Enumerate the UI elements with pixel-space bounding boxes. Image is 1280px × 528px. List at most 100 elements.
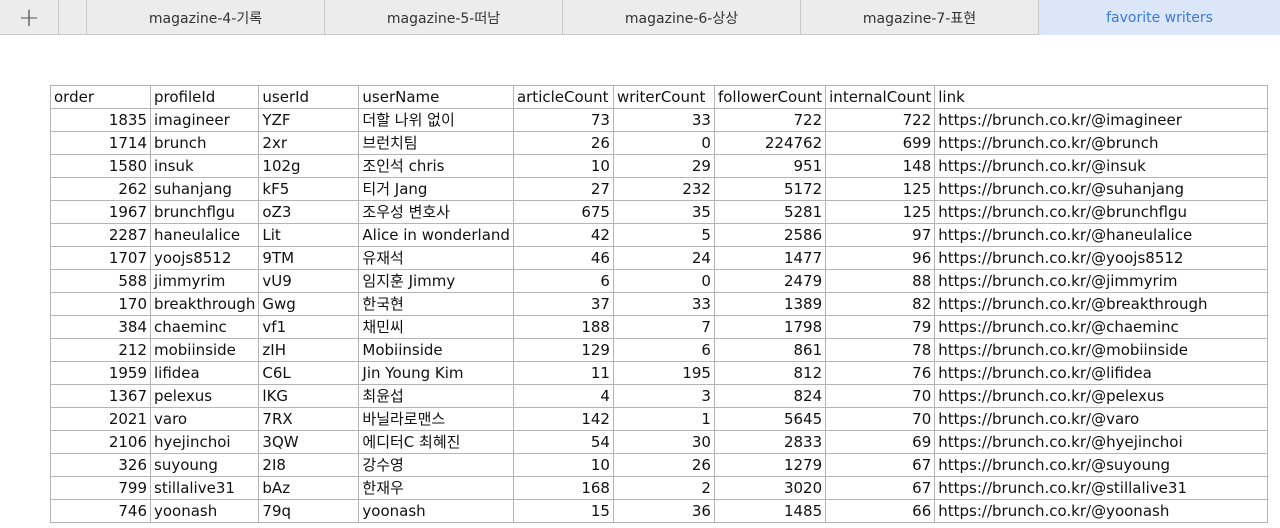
header-cell-internal-count[interactable]: internalCount bbox=[825, 85, 936, 109]
cell-writer-count[interactable]: 0 bbox=[612, 131, 715, 155]
cell-article-count[interactable]: 46 bbox=[512, 246, 614, 270]
cell-internal-count[interactable]: 67 bbox=[825, 453, 936, 477]
cell-internal-count[interactable]: 76 bbox=[825, 361, 936, 385]
cell-user-id[interactable]: C6L bbox=[258, 361, 360, 385]
cell-article-count[interactable]: 6 bbox=[512, 269, 614, 293]
cell-user-id[interactable]: vU9 bbox=[258, 269, 360, 293]
cell-profile-id[interactable]: stillalive31 bbox=[149, 476, 260, 500]
cell-writer-count[interactable]: 5 bbox=[612, 223, 715, 247]
cell-profile-id[interactable]: pelexus bbox=[149, 384, 260, 408]
header-cell-profile-id[interactable]: profileId bbox=[149, 85, 260, 109]
cell-link[interactable]: https://brunch.co.kr/@yoojs8512 bbox=[934, 246, 1269, 270]
cell-follower-count[interactable]: 2479 bbox=[713, 269, 827, 293]
cell-writer-count[interactable]: 35 bbox=[612, 200, 715, 224]
cell-order[interactable]: 1967 bbox=[50, 200, 151, 224]
cell-writer-count[interactable]: 0 bbox=[612, 269, 715, 293]
cell-order[interactable]: 1367 bbox=[50, 384, 151, 408]
cell-profile-id[interactable]: suyoung bbox=[149, 453, 260, 477]
cell-internal-count[interactable]: 125 bbox=[825, 200, 936, 224]
cell-profile-id[interactable]: mobiinside bbox=[149, 338, 260, 362]
header-cell-article-count[interactable]: articleCount bbox=[512, 85, 614, 109]
cell-user-name[interactable]: yoonash bbox=[358, 499, 514, 523]
cell-link[interactable]: https://brunch.co.kr/@varo bbox=[934, 407, 1269, 431]
cell-link[interactable]: https://brunch.co.kr/@suhanjang bbox=[934, 177, 1269, 201]
cell-order[interactable]: 2106 bbox=[50, 430, 151, 454]
cell-user-id[interactable]: 102g bbox=[258, 154, 360, 178]
cell-article-count[interactable]: 27 bbox=[512, 177, 614, 201]
cell-link[interactable]: https://brunch.co.kr/@insuk bbox=[934, 154, 1269, 178]
cell-order[interactable]: 1707 bbox=[50, 246, 151, 270]
cell-internal-count[interactable]: 96 bbox=[825, 246, 936, 270]
cell-link[interactable]: https://brunch.co.kr/@hyejinchoi bbox=[934, 430, 1269, 454]
cell-user-name[interactable]: 최윤섭 bbox=[358, 384, 514, 408]
cell-writer-count[interactable]: 2 bbox=[612, 476, 715, 500]
cell-user-id[interactable]: 3QW bbox=[258, 430, 360, 454]
cell-internal-count[interactable]: 66 bbox=[825, 499, 936, 523]
cell-order[interactable]: 326 bbox=[50, 453, 151, 477]
cell-profile-id[interactable]: breakthrough bbox=[149, 292, 260, 316]
cell-internal-count[interactable]: 82 bbox=[825, 292, 936, 316]
cell-profile-id[interactable]: insuk bbox=[149, 154, 260, 178]
cell-profile-id[interactable]: haneulalice bbox=[149, 223, 260, 247]
cell-order[interactable]: 2287 bbox=[50, 223, 151, 247]
cell-writer-count[interactable]: 30 bbox=[612, 430, 715, 454]
cell-article-count[interactable]: 37 bbox=[512, 292, 614, 316]
cell-user-id[interactable]: 2I8 bbox=[258, 453, 360, 477]
cell-follower-count[interactable]: 2833 bbox=[713, 430, 827, 454]
cell-link[interactable]: https://brunch.co.kr/@suyoung bbox=[934, 453, 1269, 477]
cell-user-id[interactable]: lKG bbox=[258, 384, 360, 408]
cell-profile-id[interactable]: lifidea bbox=[149, 361, 260, 385]
cell-user-id[interactable]: zIH bbox=[258, 338, 360, 362]
cell-writer-count[interactable]: 29 bbox=[612, 154, 715, 178]
tab-magazine-6[interactable]: magazine-6-상상 bbox=[563, 0, 801, 35]
cell-order[interactable]: 1835 bbox=[50, 108, 151, 132]
cell-user-id[interactable]: Lit bbox=[258, 223, 360, 247]
cell-link[interactable]: https://brunch.co.kr/@chaeminc bbox=[934, 315, 1269, 339]
cell-order[interactable]: 212 bbox=[50, 338, 151, 362]
cell-article-count[interactable]: 26 bbox=[512, 131, 614, 155]
cell-user-name[interactable]: 강수영 bbox=[358, 453, 514, 477]
cell-order[interactable]: 2021 bbox=[50, 407, 151, 431]
cell-internal-count[interactable]: 78 bbox=[825, 338, 936, 362]
cell-link[interactable]: https://brunch.co.kr/@stillalive31 bbox=[934, 476, 1269, 500]
cell-internal-count[interactable]: 88 bbox=[825, 269, 936, 293]
cell-writer-count[interactable]: 26 bbox=[612, 453, 715, 477]
cell-profile-id[interactable]: imagineer bbox=[149, 108, 260, 132]
cell-follower-count[interactable]: 1485 bbox=[713, 499, 827, 523]
cell-link[interactable]: https://brunch.co.kr/@yoonash bbox=[934, 499, 1269, 523]
cell-user-name[interactable]: 한재우 bbox=[358, 476, 514, 500]
cell-user-name[interactable]: Mobiinside bbox=[358, 338, 514, 362]
cell-user-id[interactable]: kF5 bbox=[258, 177, 360, 201]
cell-follower-count[interactable]: 5281 bbox=[713, 200, 827, 224]
cell-user-name[interactable]: Alice in wonderland bbox=[358, 223, 514, 247]
cell-order[interactable]: 262 bbox=[50, 177, 151, 201]
cell-writer-count[interactable]: 1 bbox=[612, 407, 715, 431]
cell-order[interactable]: 588 bbox=[50, 269, 151, 293]
cell-writer-count[interactable]: 24 bbox=[612, 246, 715, 270]
cell-writer-count[interactable]: 36 bbox=[612, 499, 715, 523]
cell-profile-id[interactable]: jimmyrim bbox=[149, 269, 260, 293]
cell-internal-count[interactable]: 70 bbox=[825, 407, 936, 431]
header-cell-writer-count[interactable]: writerCount bbox=[612, 85, 715, 109]
cell-order[interactable]: 799 bbox=[50, 476, 151, 500]
cell-user-name[interactable]: 조우성 변호사 bbox=[358, 200, 514, 224]
cell-internal-count[interactable]: 699 bbox=[825, 131, 936, 155]
cell-follower-count[interactable]: 2586 bbox=[713, 223, 827, 247]
cell-writer-count[interactable]: 6 bbox=[612, 338, 715, 362]
cell-user-id[interactable]: 2xr bbox=[258, 131, 360, 155]
cell-user-name[interactable]: 한국현 bbox=[358, 292, 514, 316]
cell-article-count[interactable]: 168 bbox=[512, 476, 614, 500]
cell-profile-id[interactable]: chaeminc bbox=[149, 315, 260, 339]
cell-follower-count[interactable]: 224762 bbox=[713, 131, 827, 155]
cell-article-count[interactable]: 10 bbox=[512, 154, 614, 178]
cell-user-id[interactable]: YZF bbox=[258, 108, 360, 132]
cell-follower-count[interactable]: 861 bbox=[713, 338, 827, 362]
header-cell-follower-count[interactable]: followerCount bbox=[713, 85, 827, 109]
cell-user-id[interactable]: Gwg bbox=[258, 292, 360, 316]
cell-order[interactable]: 384 bbox=[50, 315, 151, 339]
cell-link[interactable]: https://brunch.co.kr/@brunchflgu bbox=[934, 200, 1269, 224]
cell-writer-count[interactable]: 195 bbox=[612, 361, 715, 385]
cell-user-name[interactable]: 티거 Jang bbox=[358, 177, 514, 201]
cell-order[interactable]: 746 bbox=[50, 499, 151, 523]
cell-internal-count[interactable]: 70 bbox=[825, 384, 936, 408]
